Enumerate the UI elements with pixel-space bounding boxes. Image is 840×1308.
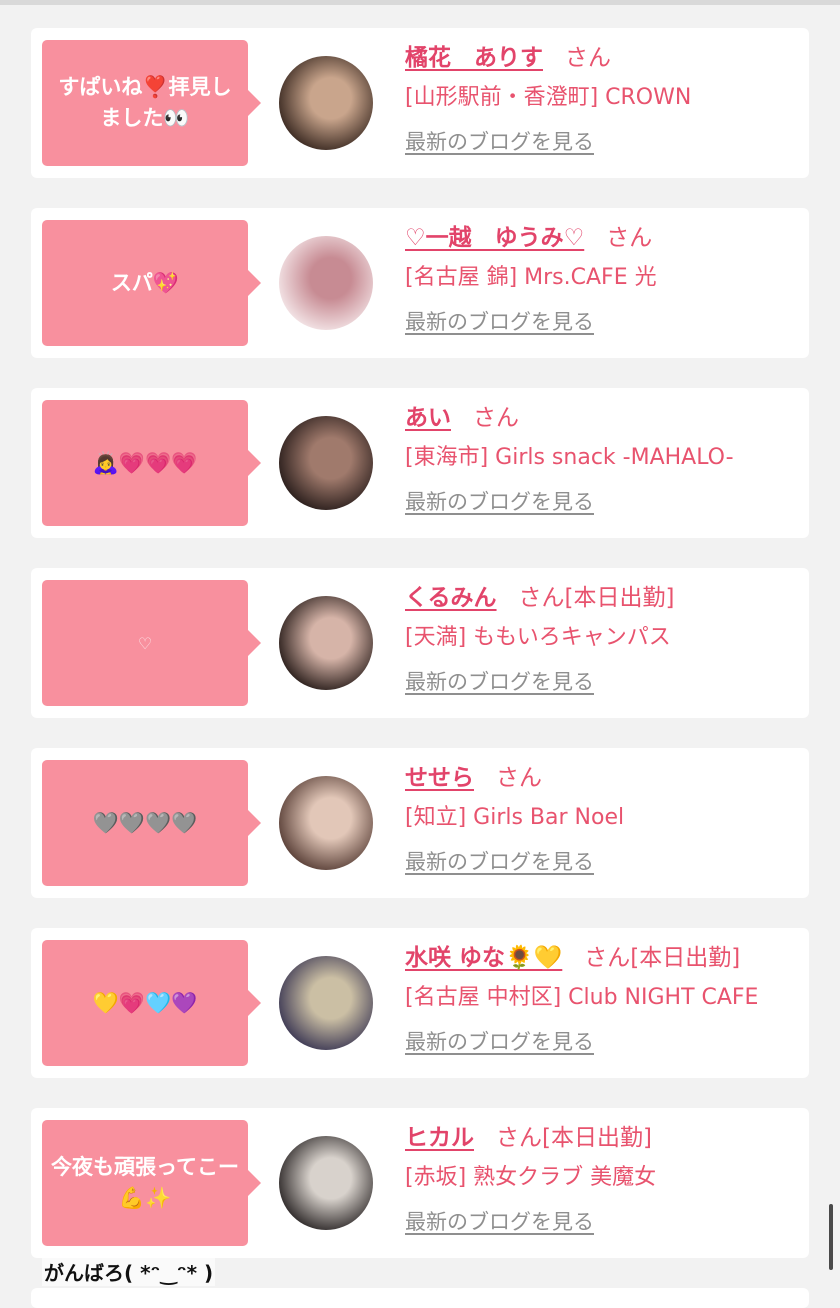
- poster-name-link[interactable]: ヒカル: [405, 1125, 474, 1151]
- honorific: さん: [565, 45, 611, 71]
- honorific: さん[本日出勤]: [518, 585, 675, 611]
- avatar[interactable]: [279, 596, 373, 690]
- poster-info: くるみん さん[本日出勤] [天満] ももいろキャンパス 最新のブログを見る: [405, 580, 799, 700]
- shop-label: [赤坂] 熟女クラブ 美魔女: [405, 1165, 657, 1190]
- honorific: さん[本日出勤]: [496, 1125, 652, 1151]
- message-text: 今夜も頑張ってこー💪✨: [51, 1155, 239, 1210]
- top-divider: [0, 0, 840, 5]
- feed-card[interactable]: スパ💖 ♡一越 ゆうみ♡ さん [名古屋 錦] Mrs.CAFE 光 最新のブログ…: [31, 208, 809, 358]
- poster-name-link[interactable]: 橘花 ありす: [405, 45, 543, 71]
- honorific: さん: [473, 405, 519, 431]
- shop-label: [東海市] Girls snack -MAHALO-: [405, 445, 734, 470]
- message-text: すぱいね❣️拝見しました👀: [58, 75, 232, 130]
- message-text: 🩶🩶🩶🩶: [92, 810, 198, 835]
- poster-name-link[interactable]: くるみん: [405, 585, 497, 611]
- shop-label: [名古屋 錦] Mrs.CAFE 光: [405, 265, 657, 290]
- poster-info: ♡一越 ゆうみ♡ さん [名古屋 錦] Mrs.CAFE 光 最新のブログを見る: [405, 220, 799, 340]
- message-bubble: ♡: [42, 580, 261, 706]
- scrollbar-thumb[interactable]: [829, 1204, 833, 1270]
- poster-name-link[interactable]: あい: [405, 405, 451, 431]
- feed-card[interactable]: 🙇‍♀️💗💗💗 あい さん [東海市] Girls snack -MAHALO- …: [31, 388, 809, 538]
- avatar[interactable]: [279, 1136, 373, 1230]
- avatar[interactable]: [279, 776, 373, 870]
- feed-card[interactable]: ♡ くるみん さん[本日出勤] [天満] ももいろキャンパス 最新のブログを見る: [31, 568, 809, 718]
- latest-blog-link[interactable]: 最新のブログを見る: [405, 484, 594, 520]
- blog-feed: すぱいね❣️拝見しました👀 橘花 ありす さん [山形駅前・香澄町] CROWN …: [31, 28, 809, 1288]
- latest-blog-link[interactable]: 最新のブログを見る: [405, 124, 594, 160]
- latest-blog-link[interactable]: 最新のブログを見る: [405, 1024, 594, 1060]
- shop-label: [天満] ももいろキャンパス: [405, 625, 671, 650]
- latest-blog-link[interactable]: 最新のブログを見る: [405, 664, 594, 700]
- honorific: さん[本日出勤]: [584, 945, 741, 971]
- avatar[interactable]: [279, 416, 373, 510]
- poster-info: せせら さん [知立] Girls Bar Noel 最新のブログを見る: [405, 760, 799, 880]
- poster-name-link[interactable]: ♡一越 ゆうみ♡: [405, 225, 584, 251]
- poster-info: ヒカル さん[本日出勤] [赤坂] 熟女クラブ 美魔女 最新のブログを見る: [405, 1120, 799, 1240]
- message-bubble: 今夜も頑張ってこー💪✨: [42, 1120, 261, 1246]
- honorific: さん: [606, 225, 653, 251]
- feed-card[interactable]: すぱいね❣️拝見しました👀 橘花 ありす さん [山形駅前・香澄町] CROWN …: [31, 28, 809, 178]
- poster-name-link[interactable]: 水咲 ゆな🌻💛: [405, 945, 562, 971]
- shop-label: [知立] Girls Bar Noel: [405, 805, 625, 830]
- overlay-caption: がんばろ( *ᵔ‿ᵔ* ): [42, 1257, 216, 1286]
- message-bubble: 💛💗🩵💜: [42, 940, 261, 1066]
- feed-card[interactable]: 🩶🩶🩶🩶 せせら さん [知立] Girls Bar Noel 最新のブログを見る: [31, 748, 809, 898]
- feed-card-partial: [31, 1288, 809, 1308]
- poster-info: 水咲 ゆな🌻💛 さん[本日出勤] [名古屋 中村区] Club NIGHT CAF…: [405, 940, 799, 1060]
- feed-card[interactable]: 今夜も頑張ってこー💪✨ ヒカル さん[本日出勤] [赤坂] 熟女クラブ 美魔女 最…: [31, 1108, 809, 1258]
- avatar[interactable]: [279, 236, 373, 330]
- message-text: スパ💖: [110, 270, 180, 295]
- poster-name-link[interactable]: せせら: [405, 765, 474, 791]
- shop-label: [名古屋 中村区] Club NIGHT CAFE: [405, 985, 759, 1010]
- latest-blog-link[interactable]: 最新のブログを見る: [405, 304, 594, 340]
- honorific: さん: [496, 765, 542, 791]
- shop-label: [山形駅前・香澄町] CROWN: [405, 85, 692, 110]
- message-bubble: 🙇‍♀️💗💗💗: [42, 400, 261, 526]
- latest-blog-link[interactable]: 最新のブログを見る: [405, 844, 594, 880]
- message-bubble: スパ💖: [42, 220, 261, 346]
- poster-info: あい さん [東海市] Girls snack -MAHALO- 最新のブログを見…: [405, 400, 799, 520]
- poster-info: 橘花 ありす さん [山形駅前・香澄町] CROWN 最新のブログを見る: [405, 40, 799, 160]
- latest-blog-link[interactable]: 最新のブログを見る: [405, 1204, 594, 1240]
- feed-card[interactable]: 💛💗🩵💜 水咲 ゆな🌻💛 さん[本日出勤] [名古屋 中村区] Club NIGH…: [31, 928, 809, 1078]
- message-bubble: 🩶🩶🩶🩶: [42, 760, 261, 886]
- avatar[interactable]: [279, 956, 373, 1050]
- message-text: 💛💗🩵💜: [92, 990, 198, 1015]
- message-bubble: すぱいね❣️拝見しました👀: [42, 40, 261, 166]
- message-text: 🙇‍♀️💗💗💗: [92, 450, 198, 475]
- message-text: ♡: [137, 633, 153, 653]
- avatar[interactable]: [279, 56, 373, 150]
